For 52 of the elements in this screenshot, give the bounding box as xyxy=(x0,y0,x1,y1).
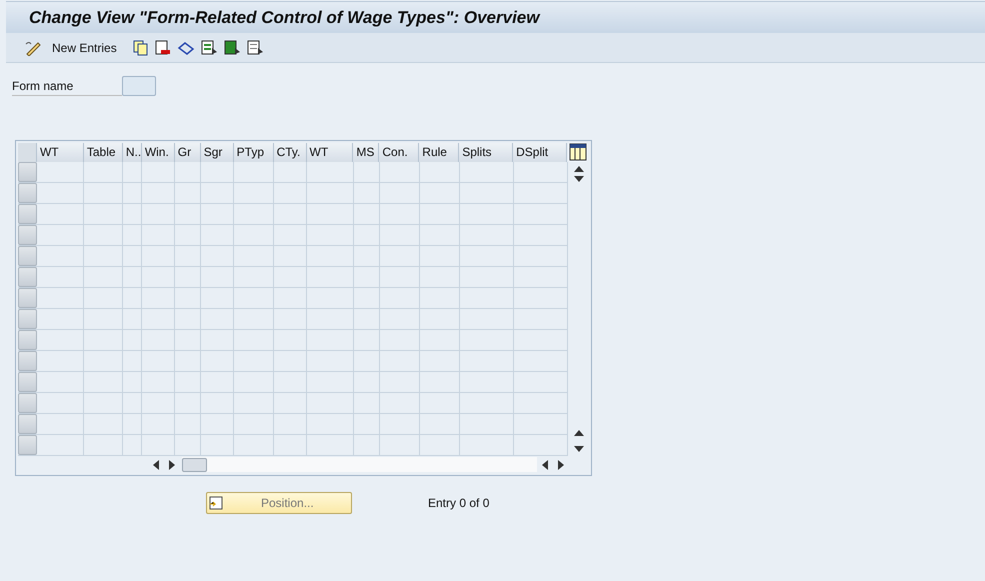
column-header[interactable]: Splits xyxy=(459,143,514,162)
scroll-down-icon[interactable] xyxy=(574,176,584,182)
row-selector[interactable] xyxy=(18,392,37,413)
column-header[interactable]: Gr xyxy=(174,143,201,162)
scroll-left-icon[interactable] xyxy=(153,460,159,470)
deselect-icon[interactable] xyxy=(246,40,264,56)
form-name-field[interactable] xyxy=(122,76,156,96)
entry-count: Entry 0 of 0 xyxy=(428,495,490,512)
row-selector[interactable] xyxy=(18,288,37,308)
row-selector[interactable] xyxy=(18,162,37,182)
scroll-up-icon[interactable] xyxy=(574,166,584,172)
column-header[interactable]: MS xyxy=(353,143,380,162)
row-selector[interactable] xyxy=(18,204,37,224)
column-header[interactable]: CTy. xyxy=(274,143,306,162)
column-header[interactable]: Rule xyxy=(419,143,460,162)
scroll-right-icon[interactable] xyxy=(558,460,564,470)
column-header[interactable]: DSplit xyxy=(513,143,568,162)
column-header[interactable]: Table xyxy=(84,143,123,162)
pencil-icon[interactable] xyxy=(24,40,42,56)
column-layout-icon[interactable] xyxy=(568,143,587,162)
row-selector[interactable] xyxy=(18,414,37,434)
scroll-left-icon[interactable] xyxy=(542,460,548,470)
select-all-cell[interactable] xyxy=(18,143,37,162)
scroll-right-icon[interactable] xyxy=(169,460,175,470)
row-selector[interactable] xyxy=(18,330,37,350)
delete-icon[interactable] xyxy=(154,40,171,56)
column-header[interactable]: WT xyxy=(306,143,354,162)
column-header[interactable]: Sgr xyxy=(200,143,234,162)
row-selector[interactable] xyxy=(18,372,37,392)
row-selector[interactable] xyxy=(18,434,37,455)
column-header[interactable]: Con. xyxy=(379,143,420,162)
copy-icon[interactable] xyxy=(132,40,149,56)
row-selector[interactable] xyxy=(18,350,37,371)
scrollbar-thumb[interactable] xyxy=(182,458,207,472)
column-header[interactable]: Win. xyxy=(142,143,175,162)
column-header[interactable]: PTyp xyxy=(234,143,274,162)
row-selector[interactable] xyxy=(18,266,37,287)
column-header[interactable]: WT xyxy=(36,143,84,162)
position-button[interactable]: Position... xyxy=(206,492,352,514)
new-entries-button[interactable]: New Entries xyxy=(48,38,121,56)
list-icon xyxy=(209,496,223,510)
scroll-down-icon[interactable] xyxy=(574,446,584,452)
window-title: Change View "Form-Related Control of Wage Types": Overview xyxy=(29,6,540,29)
row-selector[interactable] xyxy=(18,182,37,203)
select-all-icon[interactable] xyxy=(200,40,218,56)
row-selector[interactable] xyxy=(18,224,37,245)
select-block-icon[interactable] xyxy=(224,40,241,56)
row-selector[interactable] xyxy=(18,246,37,266)
column-header[interactable]: N.. xyxy=(122,143,142,162)
scroll-up-icon[interactable] xyxy=(574,430,584,436)
row-selector[interactable] xyxy=(18,308,37,329)
scrollbar-track[interactable] xyxy=(182,457,537,472)
